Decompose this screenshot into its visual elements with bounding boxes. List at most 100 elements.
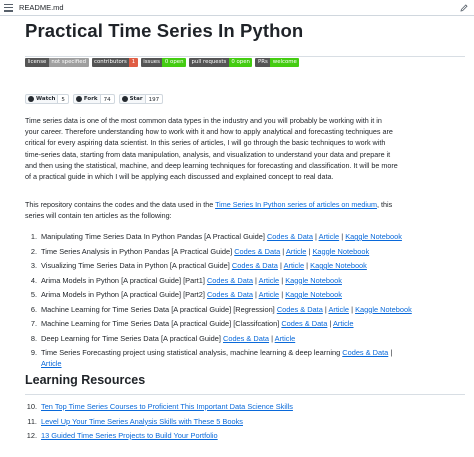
codes-data-link[interactable]: Codes & Data [342,348,388,357]
fork-text: Fork [83,96,98,102]
item-number: 8. [30,333,37,343]
resource-link[interactable]: 13 Guided Time Series Projects to Build … [41,431,218,440]
intro-line: time-series data, starting from data man… [25,149,391,159]
codes-data-link[interactable]: Codes & Data [234,247,280,256]
article-title: Time Series Forecasting project using st… [41,348,341,357]
badge-label: license [25,58,49,67]
github-icon [28,96,34,102]
social-buttons: Watch 5 Fork 74 Star 197 [25,94,167,104]
article-link[interactable]: Article [328,305,349,314]
github-icon [121,96,128,102]
issues-badge[interactable]: issues 0 open [140,58,186,67]
codes-data-link[interactable]: Codes & Data [207,290,253,299]
codes-data-link[interactable]: Codes & Data [223,334,269,343]
learning-resources-heading: Learning Resources [25,373,146,387]
article-title: Visualizing Time Series Data in Python [… [41,261,230,270]
item-number: 10. [26,402,37,411]
codes-data-link[interactable]: Codes & Data [267,232,313,241]
article-title: Deep Learning for Time Series Data [A pr… [41,333,221,343]
badge-label: PRs [255,58,271,67]
kaggle-notebook-link[interactable]: Kaggle Notebook [310,261,367,270]
watch-button[interactable]: Watch 5 [25,94,69,104]
kaggle-notebook-link[interactable]: Kaggle Notebook [312,247,369,256]
repo-text: This repository contains the codes and t… [25,200,216,209]
file-header: README.md [0,0,474,16]
codes-data-link[interactable]: Codes & Data [281,319,327,328]
watch-text: Watch [36,96,56,102]
article-link[interactable]: Article [284,261,305,270]
badge-row: license not specified contributors 1 iss… [25,58,302,67]
codes-data-link[interactable]: Codes & Data [232,261,278,270]
article-link[interactable]: Article [333,319,354,328]
fork-count: 74 [100,94,115,104]
resource-link[interactable]: Ten Top Time Series Courses to Proficien… [41,402,293,411]
resource-link[interactable]: Level Up Your Time Series Analysis Skill… [41,417,243,426]
item-number: 3. [30,261,37,270]
article-title: Machine Learning for Time Series Data [A… [41,319,280,328]
article-link[interactable]: Article [41,359,62,368]
badge-label: contributors [91,58,130,67]
title-divider [25,56,465,57]
pencil-icon[interactable] [459,3,469,13]
kaggle-notebook-link[interactable]: Kaggle Notebook [285,276,342,285]
article-title: Manipulating Time Series Data In Python … [41,232,265,241]
pull-requests-badge[interactable]: pull requests 0 open [189,58,253,67]
watch-label: Watch [25,94,59,104]
fork-label: Fork [72,94,101,104]
intro-line: Time series data is one of the most comm… [25,116,382,125]
item-number: 4. [30,275,37,285]
star-text: Star [129,96,143,102]
item-number: 11. [27,416,37,426]
github-icon [75,96,82,102]
article-link[interactable]: Article [275,334,296,343]
badge-value: welcome [270,58,300,67]
article-title: Arima Models in Python [A practical Guid… [41,290,205,299]
star-count: 197 [145,94,164,104]
intro-line: critical for every aspiring data scienti… [25,138,386,148]
prs-welcome-badge[interactable]: PRs welcome [255,58,300,67]
article-link[interactable]: Article [286,247,307,256]
star-label: Star [118,94,146,104]
kaggle-notebook-link[interactable]: Kaggle Notebook [285,290,342,299]
badge-value: not specified [48,58,89,67]
intro-line: and then using the statistical, machine,… [25,160,398,170]
item-number: 9. [30,348,37,357]
article-title: Machine Learning for Time Series Data [A… [41,304,275,314]
item-number: 2. [30,246,37,256]
intro-line: your career. Therefore understanding how… [25,127,393,137]
item-number: 5. [30,290,37,299]
kaggle-notebook-link[interactable]: Kaggle Notebook [345,232,402,241]
intro-line: of a practical guide in which I will be … [25,172,334,182]
repo-text: , this [376,200,393,209]
item-number: 1. [30,232,37,241]
badge-label: issues [140,58,163,67]
kaggle-notebook-link[interactable]: Kaggle Notebook [355,305,412,314]
article-link[interactable]: Article [319,232,340,241]
fork-button[interactable]: Fork 74 [72,94,115,104]
codes-data-link[interactable]: Codes & Data [207,276,253,285]
repo-paragraph: This repository contains the codes and t… [25,199,465,221]
item-number: 6. [30,304,37,314]
contributors-badge[interactable]: contributors 1 [91,58,138,67]
codes-data-link[interactable]: Codes & Data [277,305,323,314]
article-title: Arima Models in Python [A practical Guid… [41,275,205,285]
medium-series-link[interactable]: Time Series In Python series of articles… [215,200,377,209]
article-title: Time Series Analysis in Python Pandas [A… [41,246,233,256]
file-name: README.md [19,3,64,12]
resources-divider [25,394,465,395]
star-button[interactable]: Star 197 [118,94,164,104]
badge-value: 0 open [162,58,186,67]
item-number: 12. [26,431,37,440]
badge-label: pull requests [189,58,229,67]
article-link[interactable]: Article [259,290,280,299]
list-icon[interactable] [4,3,13,12]
page-title: Practical Time Series In Python [25,20,304,41]
badge-value: 0 open [228,58,253,67]
article-link[interactable]: Article [259,276,280,285]
intro-paragraph: Time series data is one of the most comm… [25,115,465,182]
license-badge[interactable]: license not specified [25,58,89,67]
badge-value: 1 [129,58,138,67]
item-number: 7. [30,319,37,328]
watch-count: 5 [58,94,69,104]
repo-text: series will contain ten articles as the … [25,211,172,221]
